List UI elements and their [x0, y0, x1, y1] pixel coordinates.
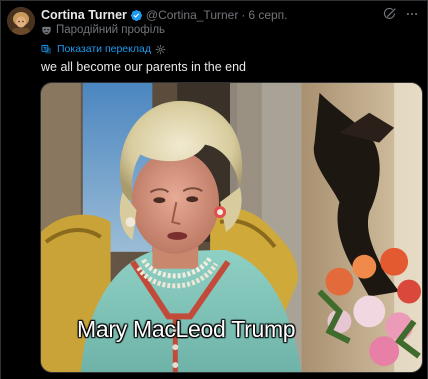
- header-actions: [383, 7, 419, 21]
- tweet-media[interactable]: Mary MacLeod Trump: [40, 82, 423, 373]
- parody-label: Пародійний профіль: [56, 24, 166, 36]
- display-name[interactable]: Cortina Turner: [41, 8, 127, 22]
- avatar-image: [7, 7, 35, 35]
- header-separator: ·: [241, 8, 246, 22]
- mask-icon: [42, 26, 51, 35]
- parody-label-row: Пародійний профіль: [41, 24, 165, 36]
- tweet-header: Cortina Turner @Cortina_Turner · 6 серп.: [41, 7, 419, 23]
- verified-badge-icon[interactable]: [130, 9, 143, 22]
- more-icon[interactable]: [405, 7, 419, 21]
- tweet-date[interactable]: 6 серп.: [248, 8, 287, 22]
- media-caption: Mary MacLeod Trump: [77, 316, 296, 342]
- tweet-text: we all become our parents in the end: [41, 60, 246, 74]
- avatar[interactable]: [7, 7, 35, 35]
- grok-icon[interactable]: [383, 7, 397, 21]
- translate-icon[interactable]: [41, 44, 52, 55]
- handle[interactable]: @Cortina_Turner: [146, 8, 238, 22]
- translate-row[interactable]: Показати переклад: [41, 43, 166, 55]
- settings-icon[interactable]: [155, 44, 166, 55]
- tweet-card[interactable]: Cortina Turner @Cortina_Turner · 6 серп.…: [0, 0, 428, 379]
- translate-link[interactable]: Показати переклад: [57, 43, 151, 55]
